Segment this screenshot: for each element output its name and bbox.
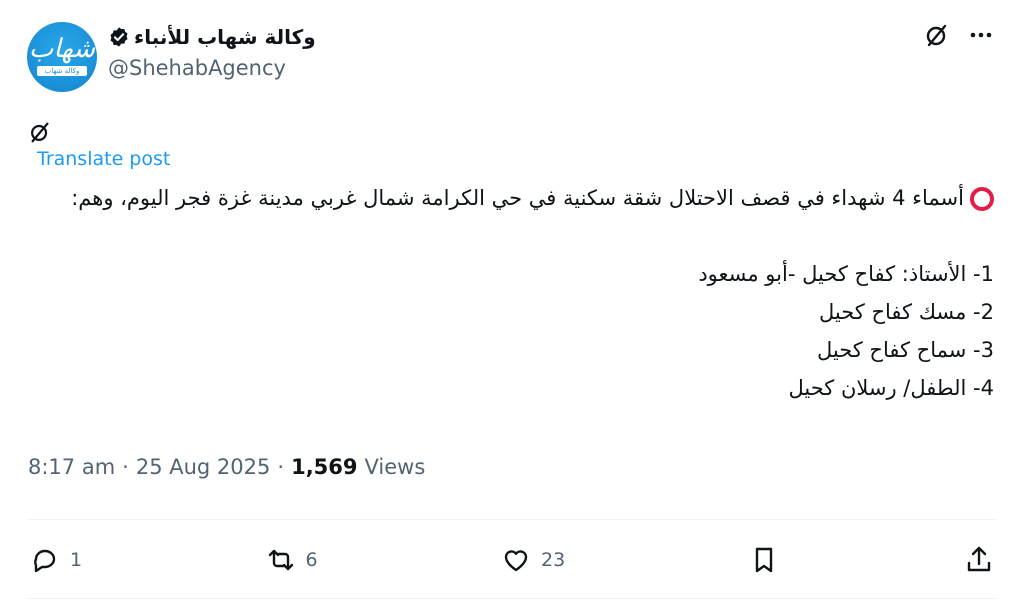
repost-count: 6	[305, 549, 318, 571]
author-name-row[interactable]: وكالة شهاب للأنباء	[108, 22, 316, 52]
tweet-meta: 8:17 am · 25 Aug 2025 · 1,569 Views	[28, 455, 425, 479]
avatar-logo-text: شهاب	[28, 34, 96, 64]
grok-explain-icon[interactable]	[28, 120, 52, 144]
red-circle-emoji-icon	[970, 187, 994, 211]
tweet-list-item: 4- الطفل/ رسلان كحيل	[788, 376, 994, 400]
author-handle[interactable]: @ShehabAgency	[108, 56, 286, 80]
share-button[interactable]	[962, 543, 996, 577]
reply-count: 1	[70, 549, 83, 571]
views-count: 1,569	[291, 455, 358, 479]
author-display-name: وكالة شهاب للأنباء	[134, 25, 316, 49]
avatar[interactable]: شهاب وكالة شهاب للأنباء	[27, 22, 97, 92]
like-button[interactable]: 23	[499, 543, 565, 577]
tweet-date[interactable]: 25 Aug 2025	[136, 455, 271, 479]
translate-post-link[interactable]: Translate post	[37, 148, 170, 170]
bookmark-button[interactable]	[747, 543, 781, 577]
repost-icon	[268, 549, 293, 571]
verified-badge-icon	[110, 27, 128, 47]
reply-button[interactable]: 1	[28, 543, 82, 577]
divider	[28, 519, 996, 520]
heart-icon	[504, 550, 528, 572]
meta-separator: ·	[122, 455, 129, 479]
repost-button[interactable]: 6	[264, 543, 318, 577]
share-icon	[967, 546, 991, 572]
like-count: 23	[541, 549, 566, 571]
tweet-top-actions	[924, 22, 994, 48]
tweet-blank-line	[24, 217, 994, 255]
avatar-logo-caption: وكالة شهاب للأنباء	[37, 66, 87, 85]
tweet-list-item: 3- سماح كفاح كحيل	[816, 338, 994, 362]
bookmark-icon	[755, 547, 772, 573]
tweet-action-bar: 1 6 23	[28, 538, 996, 582]
tweet-time[interactable]: 8:17 am	[28, 455, 115, 479]
reply-icon	[34, 549, 56, 573]
tweet-list-item: 1- الأستاذ: كفاح كحيل -أبو مسعود	[698, 262, 994, 286]
tweet-list-item: 2- مسك كفاح كحيل	[818, 300, 994, 324]
more-icon[interactable]	[968, 22, 994, 48]
tweet-text: أسماء 4 شهداء في قصف الاحتلال شقة سكنية …	[24, 179, 994, 407]
grok-icon[interactable]	[924, 22, 950, 48]
divider	[28, 598, 996, 599]
tweet-line-intro: أسماء 4 شهداء في قصف الاحتلال شقة سكنية …	[24, 179, 994, 217]
views-label: Views	[364, 455, 426, 479]
meta-separator: ·	[277, 455, 285, 479]
